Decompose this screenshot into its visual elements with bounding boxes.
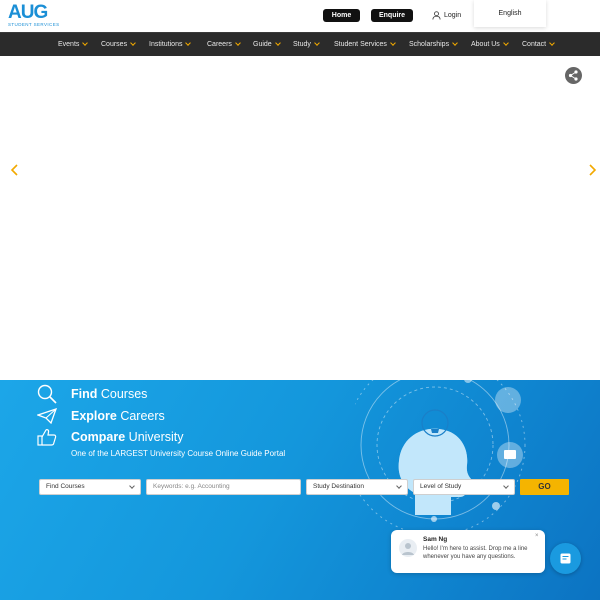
nav-label: Guide — [253, 41, 272, 48]
nav-item-courses[interactable]: Courses — [101, 33, 136, 57]
chevron-down-icon — [502, 39, 509, 46]
language-selector[interactable]: English — [474, 0, 546, 27]
chevron-down-icon — [82, 39, 89, 46]
find-courses-select[interactable]: Find Courses — [39, 479, 141, 495]
chat-launcher-button[interactable] — [550, 543, 581, 574]
page: AUG STUDENT SERVICES Home Enquire Login … — [0, 0, 600, 600]
select-value: Study Destination — [313, 483, 364, 490]
chevron-down-icon — [130, 39, 136, 46]
nav-label: Courses — [101, 41, 128, 48]
nav-label: Institutions — [149, 41, 183, 48]
login-link[interactable]: Login — [432, 9, 461, 22]
slider-next-arrow-icon[interactable] — [587, 164, 597, 176]
logo[interactable]: AUG STUDENT SERVICES — [8, 2, 60, 27]
level-of-study-select[interactable]: Level of Study — [413, 479, 515, 495]
row-rest: University — [125, 430, 184, 444]
enquire-button[interactable]: Enquire — [371, 9, 413, 22]
nav-item-student-services[interactable]: Student Services — [334, 33, 396, 57]
find-courses-text: Find Courses — [71, 387, 147, 401]
chevron-down-icon — [129, 483, 135, 489]
chevron-down-icon — [274, 39, 281, 46]
chevron-down-icon — [549, 39, 555, 46]
magnifier-icon — [37, 384, 57, 404]
chat-icon — [560, 553, 571, 564]
chat-popup[interactable]: Sam Ng Hello! I'm here to assist. Drop m… — [391, 530, 545, 573]
nav-item-scholarships[interactable]: Scholarships — [409, 33, 458, 57]
login-label: Login — [444, 12, 462, 19]
nav-label: Study — [293, 41, 311, 48]
hero-slider — [0, 56, 600, 380]
row-rest: Courses — [97, 387, 148, 401]
find-courses-row: Find Courses — [37, 384, 147, 404]
nav-label: Contact — [522, 41, 547, 48]
main-nav: Events Courses Institutions Careers Guid… — [0, 32, 600, 56]
row-bold: Find — [71, 387, 98, 401]
chevron-down-icon — [185, 39, 192, 46]
study-destination-select[interactable]: Study Destination — [306, 479, 408, 495]
select-value: Find Courses — [46, 483, 85, 490]
nav-item-contact[interactable]: Contact — [522, 33, 555, 57]
agent-name: Sam Ng — [423, 536, 448, 543]
header: AUG STUDENT SERVICES Home Enquire Login … — [0, 0, 600, 32]
chevron-down-icon — [235, 39, 241, 46]
slider-prev-arrow-icon[interactable] — [10, 164, 20, 176]
nav-label: Events — [58, 41, 80, 48]
nav-item-study[interactable]: Study — [293, 33, 320, 57]
nav-item-guide[interactable]: Guide — [253, 33, 281, 57]
keywords-input[interactable]: Keywords: e.g. Accounting — [146, 479, 301, 495]
go-button[interactable]: GO — [520, 479, 569, 495]
logo-text: AUG — [8, 2, 48, 23]
chevron-down-icon — [314, 39, 320, 46]
nav-item-careers[interactable]: Careers — [207, 33, 241, 57]
chevron-down-icon — [396, 483, 402, 489]
nav-label: Scholarships — [409, 41, 450, 48]
home-button[interactable]: Home — [323, 9, 360, 22]
close-icon[interactable]: × — [535, 533, 539, 539]
user-icon — [432, 11, 441, 20]
nav-label: About Us — [471, 41, 500, 48]
agent-avatar — [399, 539, 417, 557]
share-icon — [568, 70, 578, 81]
compare-university-row: Compare University — [37, 427, 184, 447]
nav-item-events[interactable]: Events — [58, 33, 89, 57]
chevron-down-icon — [390, 39, 396, 46]
thumbs-up-icon — [37, 429, 57, 446]
row-bold: Compare — [71, 430, 126, 444]
explore-careers-text: Explore Careers — [71, 409, 165, 423]
share-button[interactable] — [565, 67, 582, 84]
chevron-down-icon — [452, 39, 458, 46]
nav-label: Student Services — [334, 41, 387, 48]
logo-subtext: STUDENT SERVICES — [8, 22, 60, 27]
paper-plane-icon — [37, 408, 57, 424]
education-graphic — [355, 380, 526, 536]
nav-item-about-us[interactable]: About Us — [471, 33, 509, 57]
explore-careers-row: Explore Careers — [37, 406, 165, 426]
select-value: Level of Study — [420, 483, 462, 490]
row-bold: Explore — [71, 409, 117, 423]
compare-university-text: Compare University — [71, 430, 184, 444]
nav-item-institutions[interactable]: Institutions — [149, 33, 192, 57]
chat-message: Hello! I'm here to assist. Drop me a lin… — [423, 546, 528, 560]
tagline: One of the LARGEST University Course Onl… — [71, 449, 286, 458]
nav-label: Careers — [207, 41, 232, 48]
chevron-down-icon — [503, 483, 509, 489]
row-rest: Careers — [116, 409, 165, 423]
